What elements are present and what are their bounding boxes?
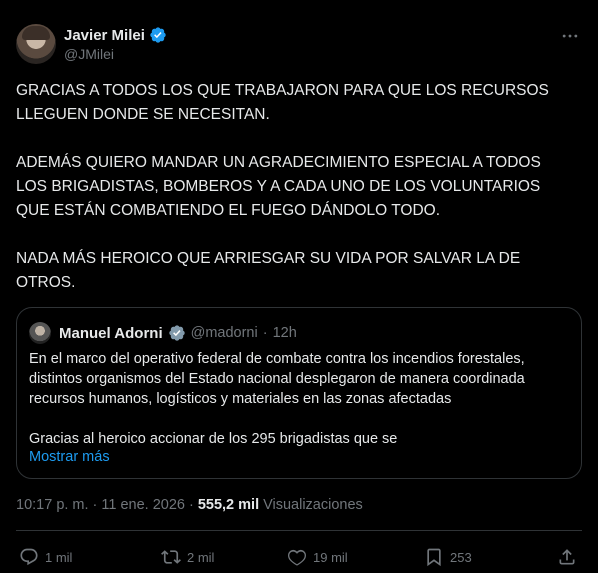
separator-dot: · — [92, 497, 98, 513]
bookmark-count: 253 — [450, 549, 472, 565]
tweet-header: Javier Milei @JMilei — [16, 24, 582, 64]
repost-button[interactable]: 2 mil — [161, 545, 214, 569]
quoted-tweet-header: Manuel Adorni @madorni · 12h — [29, 322, 297, 344]
quoted-author-avatar — [29, 322, 51, 344]
bookmark-icon — [427, 548, 441, 567]
reply-icon — [20, 548, 38, 566]
bookmark-button[interactable]: 253 — [424, 545, 472, 569]
separator-dot: · — [262, 325, 268, 341]
views-count: 555,2 mil — [197, 497, 260, 513]
tweet: Javier Milei @JMilei GRACIAS A TODOS LOS… — [0, 0, 598, 573]
verified-badge-icon — [168, 325, 185, 341]
quoted-tweet[interactable]: Manuel Adorni @madorni · 12h En el marco… — [16, 307, 582, 479]
author-avatar[interactable] — [16, 24, 56, 64]
like-button[interactable]: 19 mil — [287, 545, 348, 569]
quoted-author-display-name: Manuel Adorni — [59, 324, 163, 342]
reply-count: 1 mil — [45, 549, 73, 565]
heart-icon — [287, 549, 307, 566]
quoted-tweet-text: En el marco del operativo federal de com… — [29, 351, 525, 447]
separator-dot: · — [188, 497, 194, 513]
tweet-time[interactable]: 10:17 p. m. — [16, 497, 89, 513]
share-icon — [559, 549, 575, 565]
repost-icon — [161, 550, 181, 564]
show-more-link[interactable]: Mostrar más — [29, 449, 110, 465]
tweet-text: GRACIAS A TODOS LOS QUE TRABAJARON PARA … — [16, 82, 549, 291]
like-count: 19 mil — [313, 549, 348, 565]
share-button[interactable] — [557, 545, 577, 569]
quoted-time: 12h — [272, 325, 297, 341]
verified-badge-icon — [150, 27, 166, 43]
tweet-date[interactable]: 11 ene. 2026 — [101, 497, 185, 513]
author-name-row: Javier Milei — [64, 26, 167, 44]
action-bar: 1 mil 2 mil 19 mil 253 — [16, 545, 582, 569]
divider — [16, 530, 582, 531]
views-label: Visualizaciones — [263, 497, 363, 513]
repost-count: 2 mil — [187, 549, 215, 565]
author-display-name[interactable]: Javier Milei — [64, 27, 145, 44]
tweet-meta: 10:17 p. m. · 11 ene. 2026 · 555,2 mil V… — [16, 497, 363, 513]
reply-button[interactable]: 1 mil — [19, 545, 72, 569]
author-handle[interactable]: @JMilei — [64, 46, 114, 62]
more-icon[interactable] — [558, 24, 582, 48]
quoted-author-handle: @madorni — [190, 325, 258, 341]
